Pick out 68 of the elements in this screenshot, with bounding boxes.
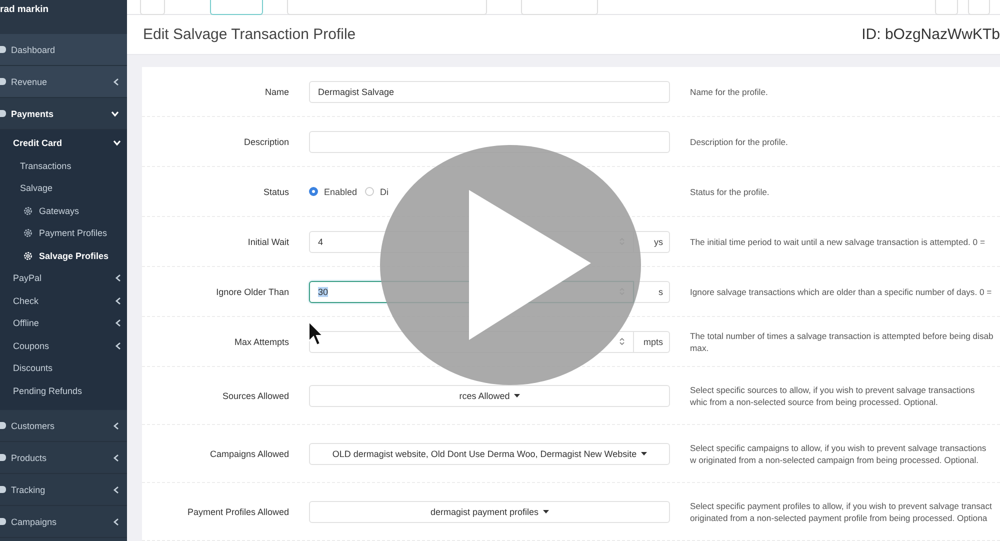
profile-id: ID: bOzgNazWwKTb [862,26,1000,43]
sidebar-item[interactable]: Offline [13,318,115,328]
nav-icon [0,422,6,429]
toolbar-button[interactable] [210,0,263,15]
field-label: Initial Wait [246,236,289,246]
multi-select[interactable]: OLD dermagist website, Old Dont Use Derma Woo, Dermagist New Website [309,442,670,464]
help-text: Select specific sources to allow, if you wish to prevent salvage transactions whic from a non-selected source from being processed. Optional. [690,384,976,408]
gear-icon [23,206,33,216]
help-text: Name for the profile. [690,86,769,98]
caret-down-icon [514,394,520,398]
sidebar-item[interactable]: Pending Refunds [13,386,121,396]
sidebar-item[interactable]: Gateways [39,206,121,216]
help-text: Select specific payment profiles to allow, if you wish to prevent salvage transact originated from a non-selected payment profile from being processed. Optiona [690,500,993,524]
nav-icon [0,46,6,53]
play-icon [468,190,590,340]
sidebar-item[interactable]: Transactions [20,160,121,171]
sidebar-item[interactable]: Customers [11,420,113,430]
toolbar-button[interactable] [935,0,958,15]
nav-icon [0,110,6,117]
radio-label[interactable]: Di [380,186,389,196]
toolbar-button[interactable] [521,0,598,15]
nav-icon [0,78,6,85]
field-label: Ignore Older Than [215,286,289,296]
sidebar-item[interactable]: Campaigns [11,516,113,526]
sidebar-item[interactable]: Salvage Profiles [39,250,121,261]
sidebar-item[interactable]: Salvage [20,183,121,194]
text-field[interactable] [309,130,670,152]
toolbar-button[interactable] [140,0,165,15]
sidebar-item[interactable]: Credit Card [13,138,113,148]
field-label: Name [264,86,289,96]
help-text: Select specific campaigns to allow, if you wish to prevent salvage transactions w originated from a non-selected campaign from being processed. Optional. [690,442,988,466]
sidebar-item[interactable]: Coupons [13,340,115,351]
help-text: Description for the profile. [690,136,789,148]
sidebar-item[interactable]: PayPal [13,273,115,284]
caret-down-icon [640,452,647,456]
multi-select[interactable]: rces Allowed [309,384,670,406]
text-field[interactable]: Dermagist Salvage [309,80,670,102]
sidebar-item[interactable]: Payment Profiles [39,228,121,238]
field-label: Sources Allowed [221,390,289,400]
gear-icon [23,250,33,261]
field-label: Status [262,186,289,196]
caret-down-icon [542,510,549,514]
nav-icon [0,486,6,493]
radio-label[interactable]: Enabled [324,186,358,196]
sidebar-item[interactable]: Check [13,296,115,306]
field-label: Campaigns Allowed [208,448,289,458]
page-title: Edit Salvage Transaction Profile [143,26,356,43]
gear-icon [23,228,33,238]
help-text: The total number of times a salvage transaction is attempted before being disab max. [690,330,994,354]
toolbar-button[interactable] [968,0,990,15]
user-name: rad markin [0,4,49,15]
help-text: Ignore salvage transactions which are older than a specific number of days. 0 = [690,286,993,298]
field-label: Description [242,136,289,146]
spinner-icon [619,337,625,346]
radio-button[interactable] [309,187,318,196]
sidebar-item[interactable]: Discounts [13,363,121,374]
sidebar-item[interactable]: Tracking [11,484,113,494]
radio-button[interactable] [365,187,374,196]
help-text: The initial time period to wait until a new salvage transaction is attempted. 0 = [690,236,986,248]
help-text: Status for the profile. [690,186,770,198]
sidebar-item[interactable]: Payments [11,108,111,118]
nav-icon [0,454,6,461]
field-label: Payment Profiles Allowed [186,506,289,516]
nav-icon [0,518,6,525]
search-field[interactable] [287,0,487,15]
field-label: Max Attempts [233,336,289,346]
multi-select[interactable]: dermagist payment profiles [309,500,670,522]
sidebar-item[interactable]: Products [11,452,113,462]
